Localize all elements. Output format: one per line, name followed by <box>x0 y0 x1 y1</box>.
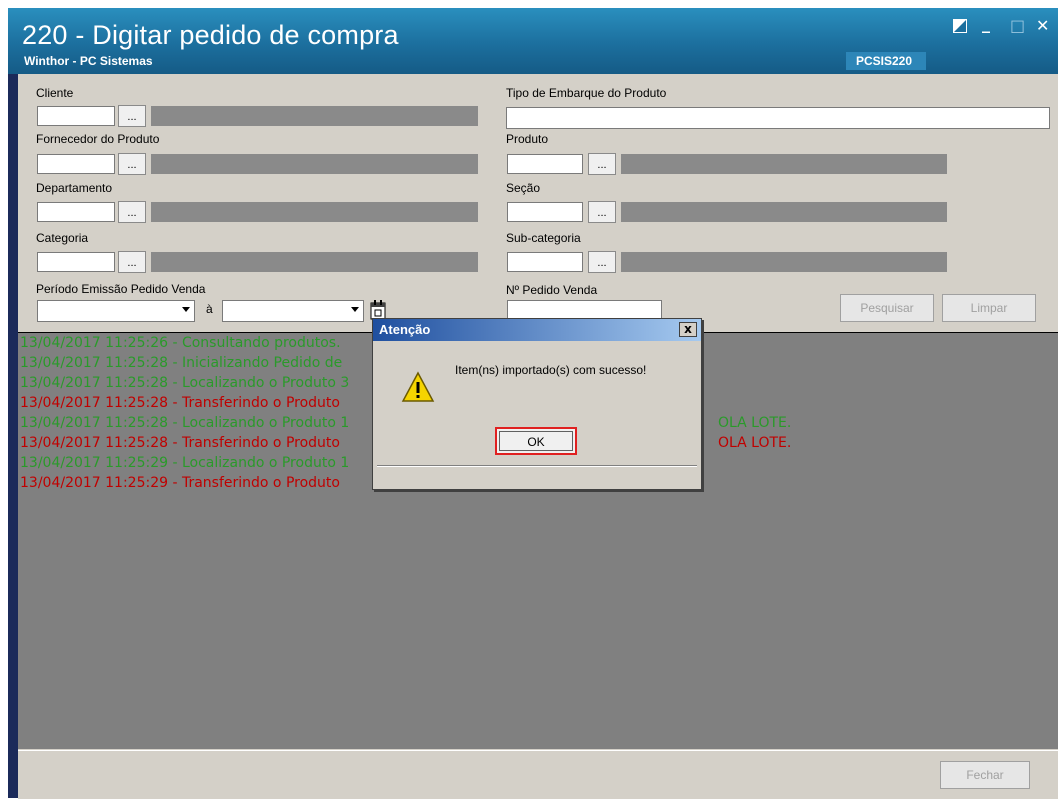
log-line: 13/04/2017 11:25:29 - Transferindo o Pro… <box>20 475 340 491</box>
ok-button-label: OK <box>499 431 573 451</box>
log-line-tail: OLA LOTE. <box>718 435 792 451</box>
fechar-button[interactable]: Fechar <box>940 761 1030 789</box>
log-line: 13/04/2017 11:25:26 - Consultando produt… <box>20 335 341 351</box>
minimize-button[interactable]: _ <box>982 14 990 33</box>
title-bar: 220 - Digitar pedido de compra Winthor -… <box>8 8 1058 74</box>
fornecedor-lookup-button[interactable]: ... <box>118 153 146 175</box>
produto-lookup-button[interactable]: ... <box>588 153 616 175</box>
categoria-description <box>151 252 478 272</box>
cliente-code-input[interactable] <box>37 106 115 126</box>
pedido-venda-label: Nº Pedido Venda <box>506 283 598 297</box>
cliente-label: Cliente <box>36 86 74 100</box>
log-line: 13/04/2017 11:25:29 - Localizando o Prod… <box>20 455 350 471</box>
cliente-description <box>151 106 478 126</box>
screen-code: PCSIS220 <box>856 54 913 68</box>
alert-dialog: Atenção x Item(ns) importado(s) com suce… <box>372 318 702 490</box>
window-title: 220 - Digitar pedido de compra <box>22 20 399 50</box>
cliente-lookup-button[interactable]: ... <box>118 105 146 127</box>
secao-lookup-button[interactable]: ... <box>588 201 616 223</box>
departamento-label: Departamento <box>36 181 113 195</box>
tipo-embarque-input[interactable] <box>506 107 1050 129</box>
dialog-title-bar: Atenção x <box>373 319 701 341</box>
log-line: 13/04/2017 11:25:28 - Localizando o Prod… <box>20 375 350 391</box>
ok-button[interactable]: OK <box>495 427 577 455</box>
produto-description <box>621 154 947 174</box>
close-button[interactable]: ✕ <box>1036 16 1049 35</box>
departamento-description <box>151 202 478 222</box>
log-line: 13/04/2017 11:25:28 - Transferindo o Pro… <box>20 395 340 411</box>
fornecedor-description <box>151 154 478 174</box>
departamento-code-input[interactable] <box>37 202 115 222</box>
categoria-lookup-button[interactable]: ... <box>118 251 146 273</box>
log-line: 13/04/2017 11:25:28 - Transferindo o Pro… <box>20 435 340 451</box>
departamento-lookup-button[interactable]: ... <box>118 201 146 223</box>
tipo-embarque-label: Tipo de Embarque do Produto <box>506 86 667 100</box>
secao-description <box>621 202 947 222</box>
periodo-end-combo[interactable] <box>222 300 364 322</box>
dialog-separator <box>377 465 697 467</box>
subcategoria-lookup-button[interactable]: ... <box>588 251 616 273</box>
footer-bar: Fechar <box>18 750 1058 799</box>
warning-icon <box>401 371 435 407</box>
restore-icon[interactable] <box>952 18 968 38</box>
log-line: 13/04/2017 11:25:28 - Localizando o Prod… <box>20 415 350 431</box>
fornecedor-code-input[interactable] <box>37 154 115 174</box>
secao-label: Seção <box>506 181 541 195</box>
secao-code-input[interactable] <box>507 202 583 222</box>
periodo-separator: à <box>206 302 213 316</box>
window-subtitle: Winthor - PC Sistemas <box>24 54 153 68</box>
periodo-label: Período Emissão Pedido Venda <box>36 282 206 296</box>
subcategoria-description <box>621 252 947 272</box>
subcategoria-code-input[interactable] <box>507 252 583 272</box>
log-line-tail: OLA LOTE. <box>718 415 792 431</box>
limpar-button[interactable]: Limpar <box>942 294 1036 322</box>
fornecedor-label: Fornecedor do Produto <box>36 132 160 146</box>
maximize-button[interactable]: □ <box>1010 16 1025 35</box>
calendar-icon[interactable] <box>370 300 386 320</box>
subcategoria-label: Sub-categoria <box>506 231 581 245</box>
produto-label: Produto <box>506 132 549 146</box>
categoria-label: Categoria <box>36 231 89 245</box>
pesquisar-button[interactable]: Pesquisar <box>840 294 934 322</box>
categoria-code-input[interactable] <box>37 252 115 272</box>
dialog-message: Item(ns) importado(s) com sucesso! <box>455 363 647 377</box>
periodo-start-combo[interactable] <box>37 300 195 322</box>
log-line: 13/04/2017 11:25:28 - Inicializando Pedi… <box>20 355 343 371</box>
dialog-title: Atenção <box>379 322 431 337</box>
produto-code-input[interactable] <box>507 154 583 174</box>
dialog-close-button[interactable]: x <box>679 322 697 337</box>
